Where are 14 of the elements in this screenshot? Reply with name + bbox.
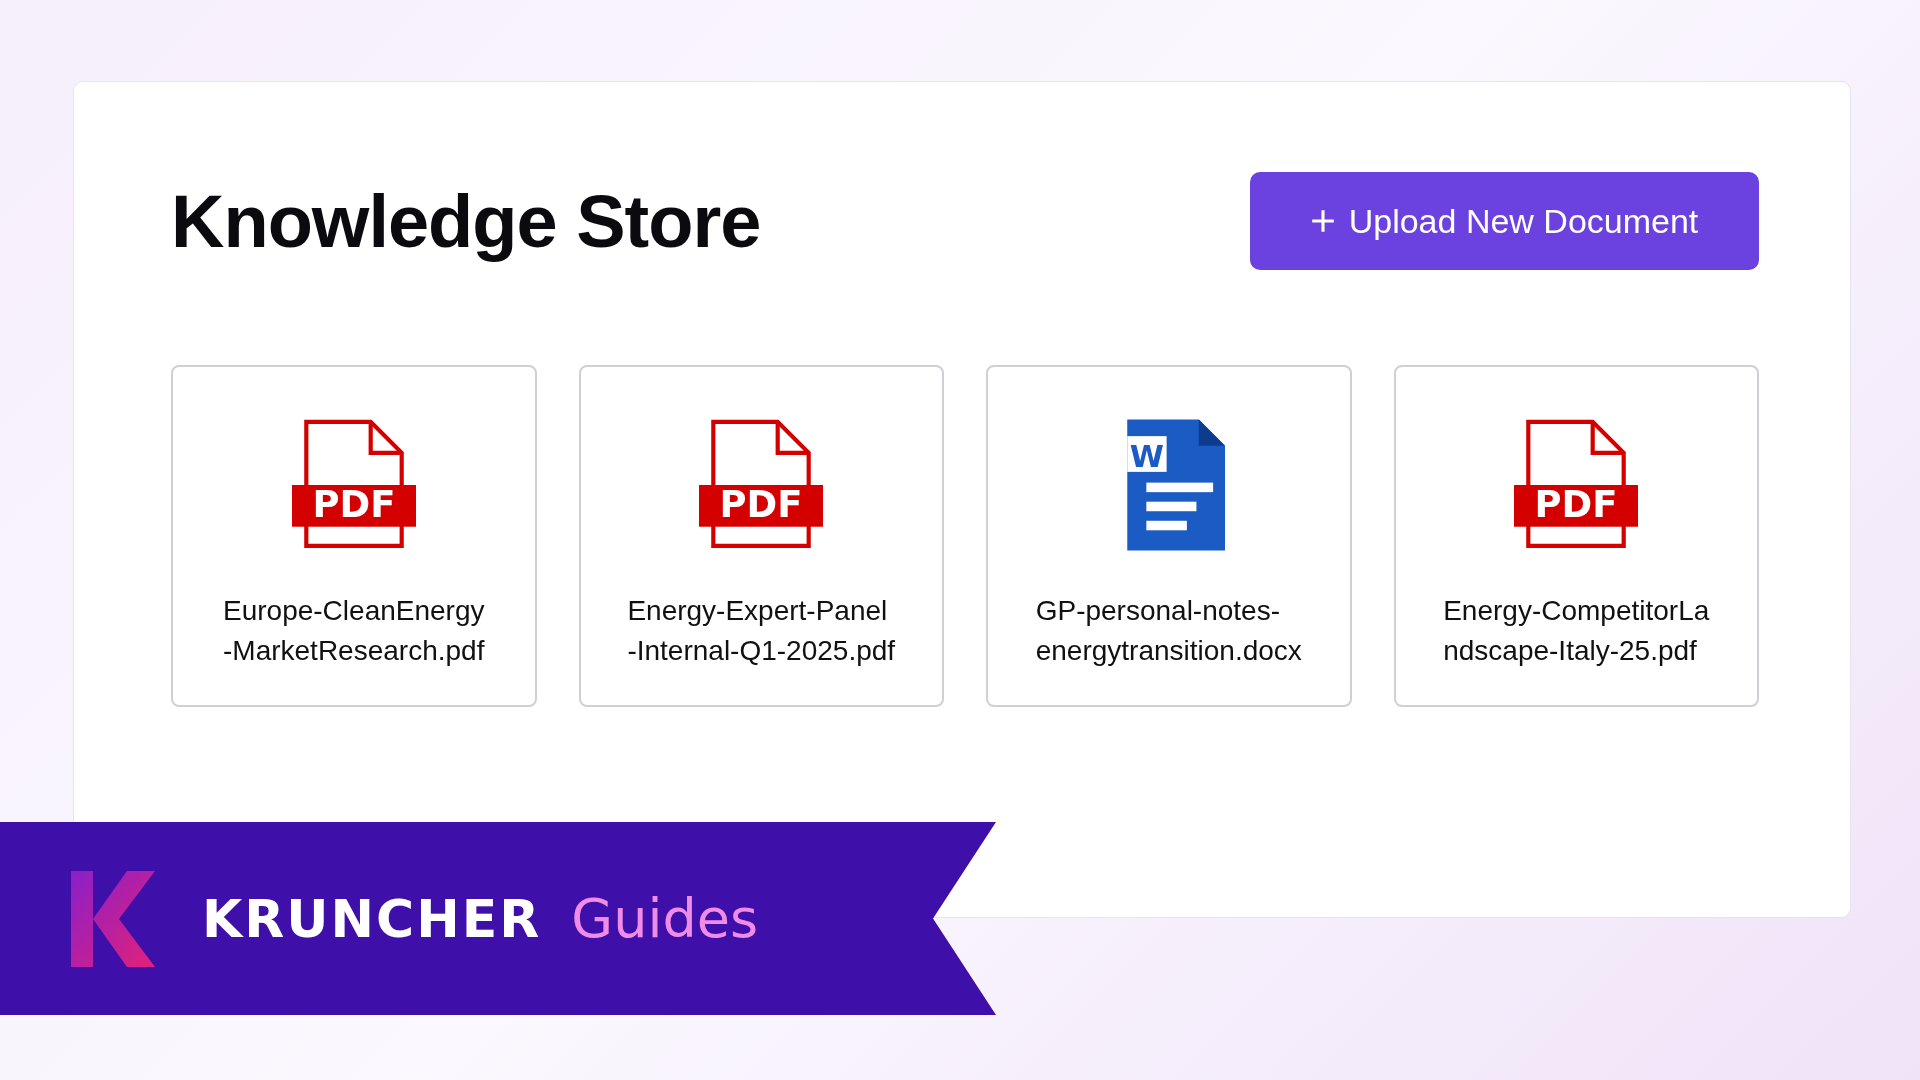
file-name: GP-personal-notes- energytransition.docx (1035, 594, 1302, 668)
brand-name: KRUNCHER (202, 888, 542, 949)
file-card[interactable]: PDF Europe-CleanEnergy -MarketResearch.pdf (171, 365, 537, 707)
plus-icon (1310, 209, 1335, 233)
logo-icon (71, 870, 155, 967)
file-name: Energy-Expert-Panel -Internal-Q1-2025.pdf (627, 594, 896, 668)
upload-button[interactable]: Upload New Document (1250, 172, 1759, 270)
file-name: Europe-CleanEnergy -MarketResearch.pdf (223, 594, 485, 668)
page-title: Knowledge Store (171, 178, 761, 264)
file-card[interactable]: PDF Energy-Expert-Panel -Internal-Q1-2025.pdf (578, 365, 944, 707)
file-card[interactable]: W GP-personal-notes- energytransition.docx (986, 365, 1352, 707)
section-label: Guides (571, 887, 759, 950)
file-name: Energy-CompetitorLa ndscape-Italy-25.pdf (1443, 594, 1710, 668)
file-card[interactable]: PDF Energy-CompetitorLa ndscape-Italy-25.pdf (1393, 365, 1759, 707)
